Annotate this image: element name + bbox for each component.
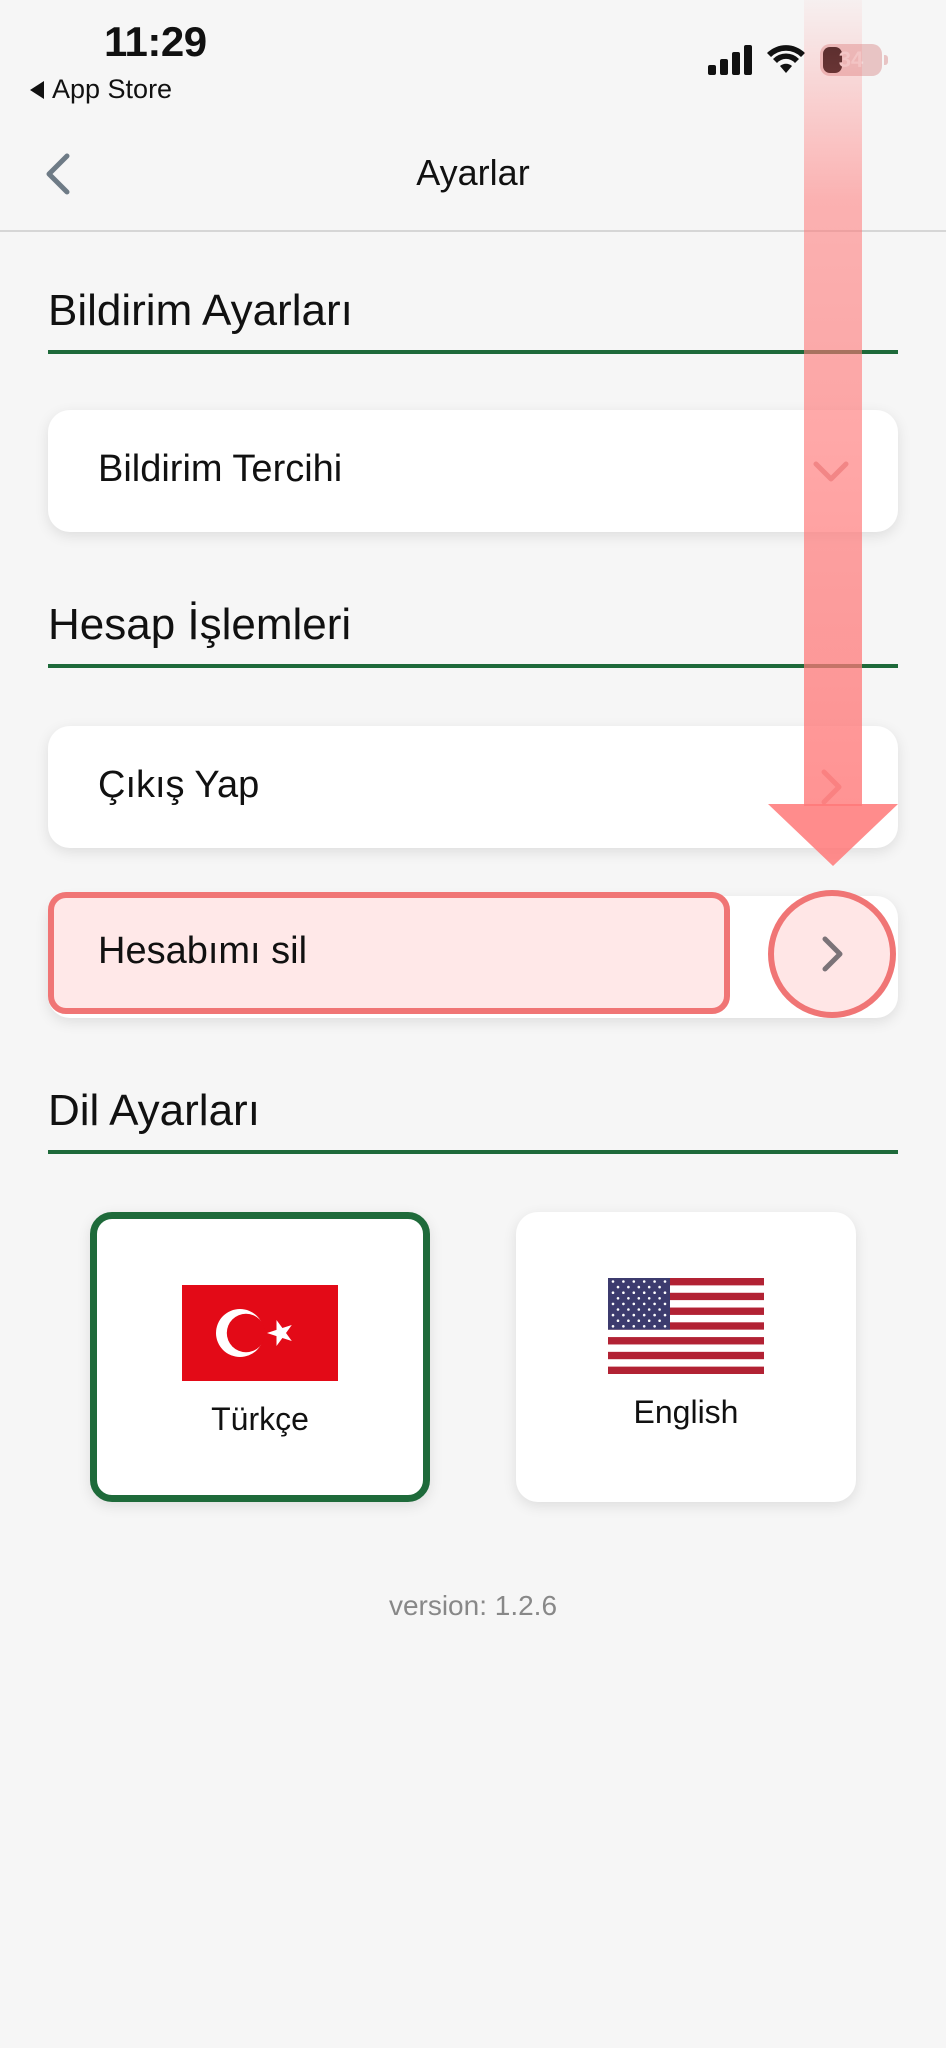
language-label-turkish: Türkçe bbox=[211, 1401, 309, 1437]
delete-account-highlight[interactable]: Hesabımı sil bbox=[48, 892, 730, 1014]
language-label-english: English bbox=[633, 1394, 739, 1430]
language-option-english[interactable]: English bbox=[516, 1212, 856, 1502]
status-bar: 11:29 App Store 34 bbox=[0, 0, 946, 120]
status-time: 11:29 bbox=[104, 18, 207, 65]
chevron-down-icon bbox=[813, 461, 849, 482]
usa-flag-icon bbox=[608, 1278, 764, 1374]
wifi-icon bbox=[767, 45, 805, 73]
section-title-language: Dil Ayarları bbox=[48, 1086, 898, 1154]
turkey-flag-icon bbox=[182, 1285, 338, 1381]
back-to-app-store-link[interactable]: App Store bbox=[30, 74, 172, 105]
notification-preference-label: Bildirim Tercihi bbox=[98, 448, 343, 490]
navigation-bar: Ayarlar bbox=[0, 120, 946, 232]
section-title-notifications: Bildirim Ayarları bbox=[48, 286, 898, 354]
page-title: Ayarlar bbox=[416, 152, 530, 193]
notification-preference-dropdown[interactable]: Bildirim Tercihi bbox=[48, 410, 898, 532]
back-triangle-icon bbox=[30, 80, 44, 99]
logout-label: Çıkış Yap bbox=[98, 764, 260, 806]
battery-icon: 34 bbox=[820, 44, 888, 76]
section-title-account: Hesap İşlemleri bbox=[48, 600, 898, 668]
battery-level: 34 bbox=[838, 47, 864, 72]
delete-account-label: Hesabımı sil bbox=[98, 930, 308, 972]
cellular-signal-icon bbox=[708, 45, 752, 75]
back-app-label: App Store bbox=[52, 74, 173, 104]
delete-account-chevron-highlight[interactable] bbox=[768, 890, 896, 1018]
logout-button[interactable]: Çıkış Yap bbox=[48, 726, 898, 848]
chevron-right-icon bbox=[821, 769, 842, 805]
status-icons: 34 bbox=[708, 44, 888, 76]
language-option-turkish[interactable]: Türkçe bbox=[90, 1212, 430, 1502]
chevron-right-icon bbox=[822, 936, 843, 972]
app-version: version: 1.2.6 bbox=[388, 1590, 558, 1621]
